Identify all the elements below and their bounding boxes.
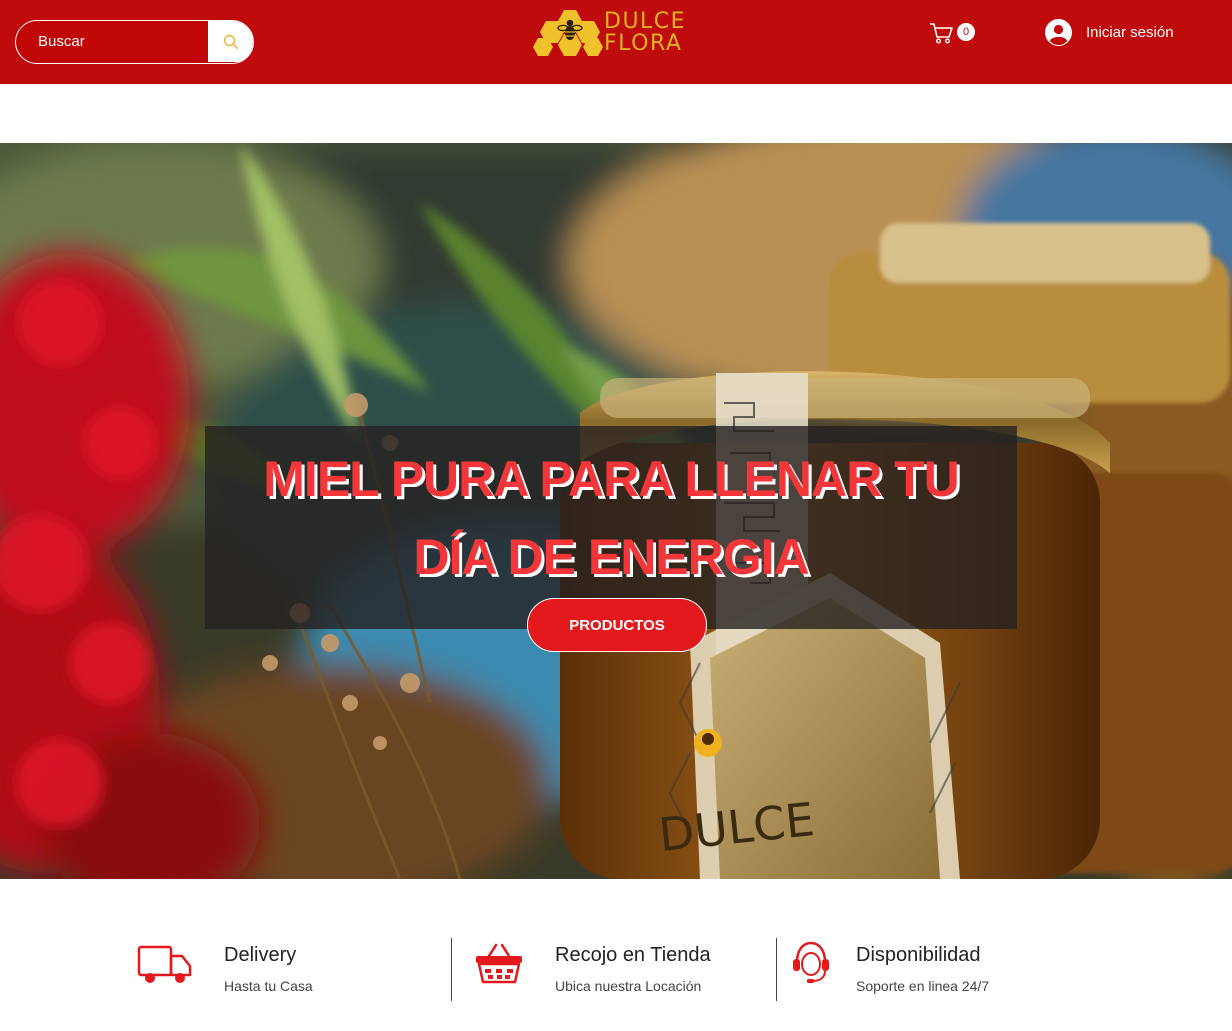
- feature-store-pickup: Recojo en Tienda Ubica nuestra Locación: [474, 938, 764, 1002]
- search-input[interactable]: [16, 21, 208, 62]
- delivery-truck-icon: [137, 945, 192, 983]
- brand-line-1: DULCE: [604, 9, 687, 34]
- feature-subtitle: Soporte en linea 24/7: [856, 978, 990, 994]
- site-header: DULCE FLORA 0 Iniciar sesión: [0, 0, 1232, 84]
- brand-logo[interactable]: DULCE FLORA: [530, 8, 690, 60]
- user-avatar-icon: [1045, 18, 1072, 46]
- feature-divider: [776, 938, 777, 1001]
- feature-delivery: Delivery Hasta tu Casa: [137, 938, 437, 1002]
- hero-title-line-1: MIEL PURA PARA LLENAR TU: [263, 451, 959, 507]
- brand-wordmark: DULCE FLORA: [604, 11, 686, 55]
- feature-subtitle: Ubica nuestra Locación: [555, 978, 702, 994]
- shopping-basket-icon: [476, 943, 522, 984]
- hero-banner: DULCE MIEL PURA PARA LLENAR TU DÍA DE EN…: [0, 143, 1232, 879]
- search-icon: [223, 34, 238, 49]
- search-button[interactable]: [208, 21, 253, 62]
- hero-title-line-2: DÍA DE ENERGIA: [413, 529, 809, 585]
- cart-icon: [930, 23, 953, 44]
- feature-availability: Disponibilidad Soporte en linea 24/7: [791, 938, 1051, 1002]
- cart-count-badge: 0: [957, 23, 975, 41]
- feature-title: Delivery: [224, 944, 297, 966]
- feature-subtitle: Hasta tu Casa: [224, 978, 313, 994]
- feature-title: Recojo en Tienda: [555, 944, 711, 966]
- cart-button[interactable]: 0: [929, 20, 977, 46]
- brand-line-2: FLORA: [604, 31, 683, 56]
- products-button[interactable]: PRODUCTOS: [527, 598, 707, 652]
- honeycomb-bee-icon: [533, 10, 603, 56]
- headset-support-icon: [793, 941, 829, 983]
- hero-title: MIEL PURA PARA LLENAR TU DÍA DE ENERGIA: [205, 440, 1017, 596]
- search-bar: [15, 20, 254, 64]
- feature-divider: [451, 938, 452, 1001]
- feature-title: Disponibilidad: [856, 944, 981, 966]
- login-label: Iniciar sesión: [1086, 23, 1174, 41]
- login-button[interactable]: Iniciar sesión: [1045, 18, 1174, 46]
